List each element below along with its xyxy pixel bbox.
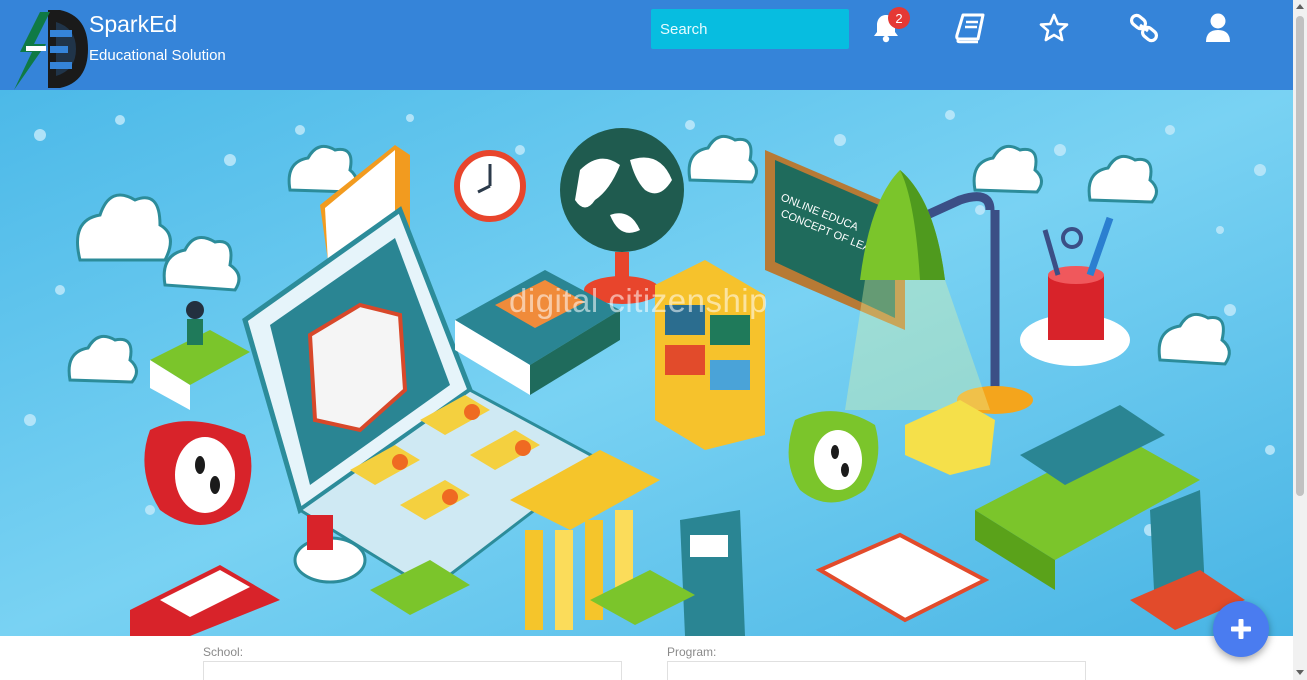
app-window: SparkEd Educational Solution 2 xyxy=(0,0,1307,680)
scroll-thumb[interactable] xyxy=(1296,16,1304,496)
profile-button[interactable] xyxy=(1198,8,1238,48)
sparked-logo[interactable] xyxy=(10,8,90,90)
courses-button[interactable] xyxy=(950,8,990,48)
hero-title-text: digital citizenship xyxy=(509,282,768,319)
school-label: School: xyxy=(203,645,244,659)
add-button[interactable] xyxy=(1213,601,1269,657)
book-icon xyxy=(955,13,985,44)
brand-tagline: Educational Solution xyxy=(89,47,226,64)
hero-banner: ONLINE EDUCA CONCEPT OF LEAR digital cit… xyxy=(0,90,1293,636)
school-select[interactable] xyxy=(203,661,622,680)
vertical-scrollbar[interactable] xyxy=(1293,0,1307,680)
star-icon xyxy=(1039,13,1069,42)
hero-title: digital citizenship xyxy=(0,282,1293,320)
top-navbar: SparkEd Educational Solution 2 xyxy=(0,0,1293,90)
search-input[interactable] xyxy=(651,9,849,49)
plus-icon xyxy=(1231,619,1251,639)
program-select[interactable] xyxy=(667,661,1086,680)
brand-name: SparkEd xyxy=(89,11,178,37)
program-label: Program: xyxy=(667,645,717,659)
scroll-up-arrow[interactable] xyxy=(1296,4,1304,9)
education-illustration: ONLINE EDUCA CONCEPT OF LEAR xyxy=(0,90,1293,636)
link-icon xyxy=(1129,13,1159,43)
links-button[interactable] xyxy=(1124,8,1164,48)
user-icon xyxy=(1206,13,1230,42)
notification-badge: 2 xyxy=(888,7,910,29)
scroll-down-arrow[interactable] xyxy=(1296,670,1304,675)
favorites-button[interactable] xyxy=(1034,8,1074,48)
